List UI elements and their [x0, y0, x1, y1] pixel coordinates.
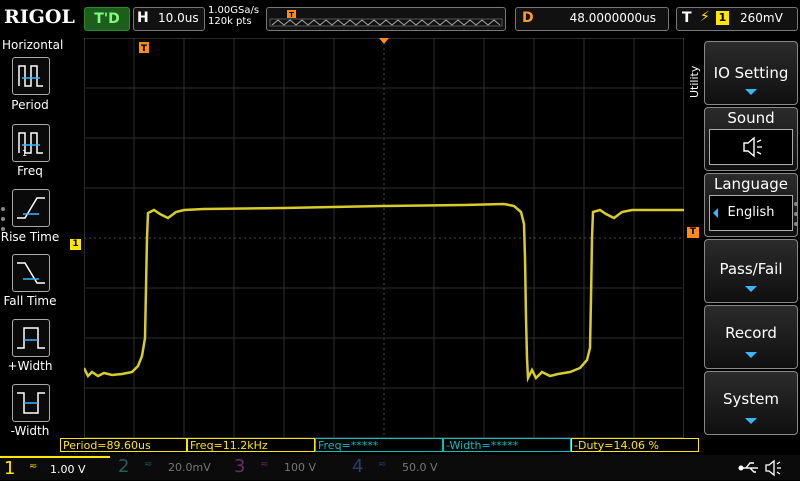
trigger-source-badge: 1: [716, 11, 729, 25]
frequency-label: Freq: [17, 164, 43, 178]
channel4-coupling-icon: ≂: [378, 459, 387, 470]
io-setting-label: IO Setting: [713, 64, 789, 82]
pass-fail-arrow-icon: [745, 286, 757, 292]
channel2-box[interactable]: 2 ≂ 20.0mV: [112, 456, 224, 479]
delay-value: 48.0000000us: [569, 11, 656, 25]
utility-tab-label: Utility: [688, 65, 701, 98]
channel1-number: 1: [4, 458, 16, 479]
sound-label: Sound: [727, 109, 775, 127]
frequency-icon: 1: [18, 132, 43, 158]
utility-tab: Utility: [686, 40, 704, 100]
memory-overview-bar: T: [266, 7, 506, 31]
rise-time-button[interactable]: [12, 189, 50, 227]
trigger-position-marker: T: [141, 44, 148, 54]
status-icons: [738, 459, 781, 477]
channel3-number: 3: [234, 456, 246, 477]
measurement-negative-width[interactable]: -Width=*****: [443, 438, 571, 452]
right-scroll-dots: [794, 202, 798, 226]
language-value-box: English: [709, 195, 793, 231]
channel3-scale: 100 V: [284, 461, 317, 474]
channel1-scale: 1.00 V: [50, 463, 86, 476]
measurement-category-title: Horizontal: [2, 38, 64, 52]
trigger-level-value: 260mV: [740, 11, 783, 25]
channel3-box[interactable]: 3 ≂ 100 V: [228, 456, 340, 479]
positive-width-label: +Width: [7, 359, 53, 373]
waveform-canvas: T: [82, 37, 685, 439]
memory-trigger-marker: T: [289, 11, 294, 19]
period-icon: [18, 65, 43, 87]
waveform-display[interactable]: T: [82, 37, 685, 439]
fall-time-label: Fall Time: [3, 294, 57, 308]
measurement-frequency[interactable]: Freq=11.2kHz: [187, 438, 315, 452]
frequency-button[interactable]: 1: [12, 124, 50, 162]
negative-width-button[interactable]: [12, 384, 50, 422]
measurement-period[interactable]: Period=89.60us: [60, 438, 187, 452]
channel2-coupling-icon: ≂: [144, 459, 153, 470]
channel2-scale: 20.0mV: [168, 461, 211, 474]
fall-time-button[interactable]: [12, 254, 50, 292]
measurement-frequency-ch2[interactable]: Freq=*****: [315, 438, 443, 452]
delay-label: D: [522, 10, 534, 26]
system-label: System: [723, 390, 779, 408]
left-scroll-dots: [1, 207, 5, 231]
rise-time-icon: [17, 197, 45, 219]
measurement-negative-duty[interactable]: -Duty=14.06 %: [571, 438, 699, 452]
pass-fail-label: Pass/Fail: [719, 260, 783, 278]
positive-width-button[interactable]: [12, 319, 50, 357]
record-button[interactable]: Record: [704, 305, 798, 369]
speaker-icon: [709, 129, 793, 165]
period-label: Period: [11, 98, 49, 112]
channel1-offset-marker[interactable]: 1: [70, 239, 81, 250]
record-label: Record: [725, 324, 777, 342]
acquisition-info: 1.00GSa/s 120k pts: [208, 5, 259, 27]
run-status-badge[interactable]: T'D: [84, 7, 130, 31]
language-value: English: [727, 205, 775, 220]
channel4-box[interactable]: 4 ≂ 50.0 V: [346, 456, 458, 479]
system-arrow-icon: [745, 418, 757, 424]
channel4-scale: 50.0 V: [402, 461, 438, 474]
period-button[interactable]: [12, 57, 50, 95]
language-button[interactable]: Language English: [704, 173, 798, 237]
io-setting-button[interactable]: IO Setting: [704, 41, 798, 105]
io-setting-arrow-icon: [745, 89, 757, 95]
timebase-value: 10.0us: [158, 11, 199, 25]
channel2-number: 2: [118, 456, 130, 477]
trigger-label: T: [682, 10, 692, 26]
pass-fail-button[interactable]: Pass/Fail: [704, 239, 798, 303]
system-button[interactable]: System: [704, 371, 798, 435]
positive-width-icon: [17, 327, 45, 349]
brand-logo: RIGOL: [4, 6, 75, 28]
svg-text:1: 1: [22, 149, 27, 158]
channel4-number: 4: [352, 456, 364, 477]
horizontal-label: H: [137, 10, 149, 26]
memory-overview-waveform: T: [269, 10, 503, 27]
memory-depth: 120k pts: [208, 16, 252, 27]
negative-width-label: -Width: [10, 424, 50, 438]
language-label: Language: [713, 175, 789, 193]
record-arrow-icon: [745, 352, 757, 358]
usb-icon: [738, 462, 758, 473]
channel1-coupling-icon: ≂: [29, 461, 38, 472]
rising-edge-icon: ⚡: [700, 9, 710, 25]
rise-time-label: Rise Time: [0, 230, 60, 244]
channel3-coupling-icon: ≂: [260, 459, 269, 470]
negative-width-icon: [17, 392, 45, 414]
sample-rate: 1.00GSa/s: [208, 5, 260, 16]
sound-button[interactable]: Sound: [704, 107, 798, 171]
fall-time-icon: [17, 262, 45, 284]
channel1-box[interactable]: 1 ≂ 1.00 V: [0, 456, 110, 481]
speaker-status-icon: [765, 459, 781, 477]
trigger-level-marker[interactable]: T: [687, 227, 699, 238]
